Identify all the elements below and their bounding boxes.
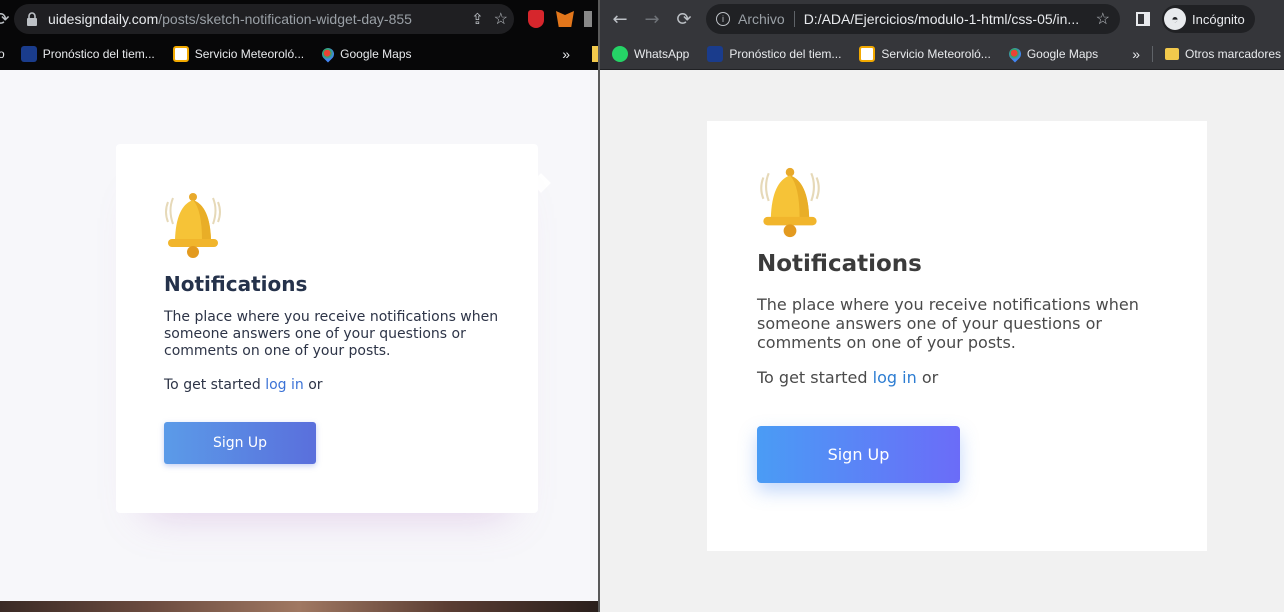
bookmark-google-maps[interactable]: Google Maps — [1006, 45, 1098, 62]
notification-card-reference: Notifications The place where you receiv… — [116, 144, 538, 513]
weather-channel-icon — [707, 45, 724, 62]
right-address-bar[interactable]: i Archivo D:/ADA/Ejercicios/modulo-1-htm… — [706, 4, 1120, 34]
right-toolbar: ← → ⟳ i Archivo D:/ADA/Ejercicios/modulo… — [600, 0, 1284, 38]
get-started-text: To get started log in or — [164, 377, 323, 393]
login-link[interactable]: log in — [873, 368, 917, 387]
left-browser-window: ⟳ uidesigndaily.com/posts/sketch-notific… — [0, 0, 598, 612]
bookmark-weather[interactable]: Pronóstico del tiem... — [20, 46, 155, 62]
bookmark-whatsapp[interactable]: WhatsApp — [612, 45, 689, 62]
left-url-path: /posts/sketch-notification-widget-day-85… — [158, 11, 412, 27]
bookmark-meteo[interactable]: Servicio Meteoroló... — [172, 46, 304, 62]
whatsapp-icon — [612, 45, 628, 62]
left-address-bar[interactable]: uidesigndaily.com/posts/sketch-notificat… — [14, 4, 514, 34]
right-bookmarks-bar: WhatsApp Pronóstico del tiem... Servicio… — [600, 38, 1284, 70]
reload-icon[interactable]: ⟳ — [668, 3, 700, 35]
truncated-bookmark[interactable]: o — [0, 47, 5, 61]
reload-icon[interactable]: ⟳ — [0, 3, 10, 35]
incognito-icon: ◓ — [1164, 8, 1186, 30]
ublock-extension-icon[interactable] — [528, 10, 544, 28]
side-panel-icon[interactable] — [1136, 12, 1150, 26]
lock-icon — [27, 12, 37, 26]
login-link[interactable]: log in — [265, 377, 304, 393]
left-bookmarks-bar: o Pronóstico del tiem... Servicio Meteor… — [0, 38, 598, 70]
metamask-extension-icon[interactable] — [556, 11, 574, 27]
bell-icon — [165, 193, 221, 258]
card-title: Notifications — [757, 251, 922, 277]
weather-channel-icon — [20, 46, 37, 62]
bell-icon — [760, 167, 820, 238]
back-arrow-icon[interactable]: ← — [604, 3, 636, 35]
bookmark-meteo[interactable]: Servicio Meteoroló... — [859, 45, 991, 62]
more-bookmarks-icon[interactable]: » — [562, 46, 570, 62]
forward-arrow-icon[interactable]: → — [636, 3, 668, 35]
right-url-path: D:/ADA/Ejercicios/modulo-1-html/css-05/i… — [803, 11, 1080, 27]
other-bookmarks-folder[interactable]: Otros marcadores — [1164, 47, 1281, 61]
bookmark-star-icon[interactable]: ☆ — [1088, 9, 1120, 29]
google-maps-icon — [319, 45, 337, 63]
notification-card-recreation: Notifications The place where you receiv… — [707, 121, 1207, 551]
meteo-service-icon — [172, 46, 189, 62]
incognito-profile-button[interactable]: ◓ Incógnito — [1162, 5, 1255, 33]
folder-icon — [1164, 47, 1179, 60]
share-icon[interactable]: ⇪ — [461, 10, 494, 28]
extension-icon[interactable] — [584, 11, 592, 27]
bookmark-star-icon[interactable]: ☆ — [494, 9, 514, 29]
left-page-content: Notifications The place where you receiv… — [0, 70, 598, 612]
url-separator — [793, 11, 795, 27]
bookmark-weather[interactable]: Pronóstico del tiem... — [707, 45, 841, 62]
sign-up-button[interactable]: Sign Up — [164, 422, 316, 464]
right-browser-window: ← → ⟳ i Archivo D:/ADA/Ejercicios/modulo… — [600, 0, 1284, 612]
google-maps-icon — [1006, 45, 1024, 62]
card-description: The place where you receive notification… — [757, 295, 1139, 352]
background-photo-strip — [0, 601, 598, 612]
url-scheme-label: Archivo — [738, 11, 785, 27]
left-toolbar: ⟳ uidesigndaily.com/posts/sketch-notific… — [0, 0, 598, 38]
left-url-domain: uidesigndaily.com — [48, 11, 159, 27]
card-title: Notifications — [164, 272, 308, 296]
sign-up-button[interactable]: Sign Up — [757, 426, 960, 483]
card-description: The place where you receive notification… — [164, 309, 499, 359]
right-page-content: Notifications The place where you receiv… — [600, 70, 1284, 612]
bookmarks-divider — [1151, 45, 1153, 62]
bookmark-google-maps[interactable]: Google Maps — [319, 45, 412, 63]
more-bookmarks-icon[interactable]: » — [1132, 46, 1140, 62]
info-icon[interactable]: i — [716, 12, 730, 26]
meteo-service-icon — [859, 45, 876, 62]
get-started-text: To get started log in or — [757, 368, 939, 387]
